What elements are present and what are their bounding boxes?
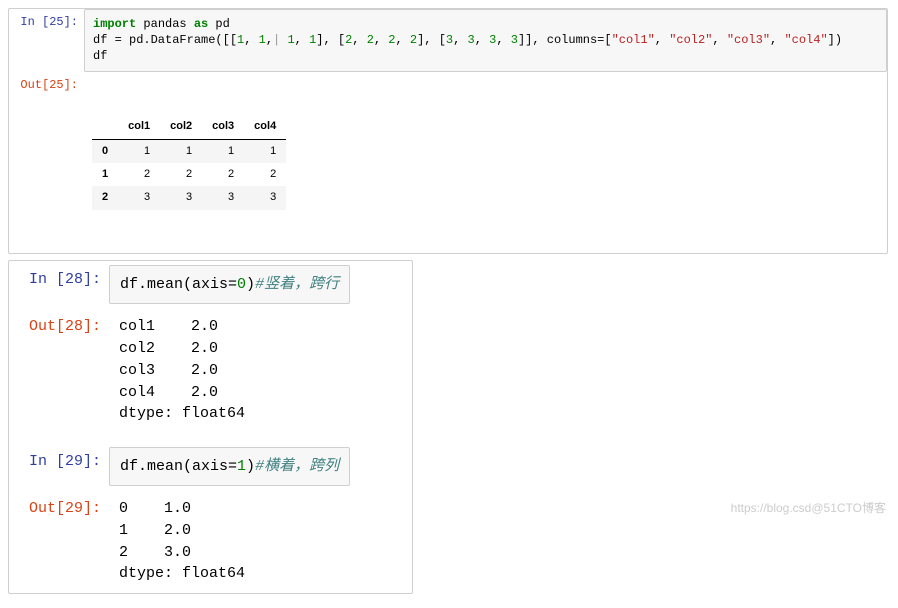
table-cell: 1 <box>118 139 160 163</box>
tok-df: df <box>93 49 107 63</box>
sep: , <box>496 33 510 47</box>
br: ]], columns=[ <box>518 33 612 47</box>
sep: , <box>396 33 410 47</box>
sep: , <box>475 33 489 47</box>
spacer <box>9 433 412 443</box>
notebook-cell-25: In [25]: import pandas as pd df = pd.Dat… <box>8 8 888 254</box>
table-col-header: col4 <box>244 115 286 139</box>
num: 0 <box>237 276 246 293</box>
sep: , <box>374 33 388 47</box>
sep: , <box>266 33 273 47</box>
tok-pre: df.mean(axis= <box>120 276 237 293</box>
end: ]) <box>828 33 842 47</box>
out-prompt: Out[29]: <box>9 490 109 523</box>
sep: , <box>295 33 309 47</box>
code-input[interactable]: import pandas as pd df = pd.DataFrame([[… <box>84 9 887 72</box>
comment: #横着，跨列 <box>255 458 339 475</box>
br: ], [ <box>316 33 345 47</box>
table-cell: 3 <box>244 186 286 209</box>
output-row-28: Out[28]: col1 2.0 col2 2.0 col3 2.0 col4… <box>9 308 412 433</box>
out-prompt: Out[25]: <box>9 72 84 98</box>
output-row-29: Out[29]: 0 1.0 1 2.0 2 3.0 dtype: float6… <box>9 490 412 593</box>
table-row: 0 1 1 1 1 <box>92 139 286 163</box>
tok-pre: df.mean(axis= <box>120 458 237 475</box>
input-row-28: In [28]: df.mean(axis=0)#竖着，跨行 <box>9 261 412 308</box>
notebook-cell-group: In [28]: df.mean(axis=0)#竖着，跨行 Out[28]: … <box>8 260 413 594</box>
table-corner <box>92 115 118 139</box>
code-input[interactable]: df.mean(axis=0)#竖着，跨行 <box>109 265 350 304</box>
str: "col1" <box>612 33 655 47</box>
sep: , <box>244 33 258 47</box>
sep: , <box>712 33 726 47</box>
sep: , <box>453 33 467 47</box>
out-prompt: Out[28]: <box>9 308 109 341</box>
tok-post: ) <box>246 276 255 293</box>
input-row: In [25]: import pandas as pd df = pd.Dat… <box>9 9 887 72</box>
dataframe-table: col1 col2 col3 col4 0 1 1 1 1 <box>92 115 286 210</box>
kw-import: import <box>93 17 136 31</box>
output-area: col1 col2 col3 col4 0 1 1 1 1 <box>84 72 887 254</box>
str: "col2" <box>669 33 712 47</box>
table-cell: 1 <box>160 139 202 163</box>
code-input[interactable]: df.mean(axis=1)#横着，跨列 <box>109 447 350 486</box>
num: 3 <box>468 33 475 47</box>
in-prompt: In [29]: <box>9 443 109 476</box>
num: 3 <box>511 33 518 47</box>
str: "col3" <box>727 33 770 47</box>
input-row-29: In [29]: df.mean(axis=1)#横着，跨列 <box>9 443 412 490</box>
table-cell: 1 <box>244 139 286 163</box>
tok-line2a: df = pd.DataFrame([[ <box>93 33 237 47</box>
num: 1 <box>287 33 294 47</box>
table-row: 2 3 3 3 3 <box>92 186 286 209</box>
num: 2 <box>388 33 395 47</box>
sep: , <box>770 33 784 47</box>
comment: #竖着，跨行 <box>255 276 339 293</box>
table-cell: 2 <box>118 163 160 186</box>
table-row-header: 1 <box>92 163 118 186</box>
tok-pd: pd <box>208 17 230 31</box>
table-cell: 2 <box>160 163 202 186</box>
sep: , <box>655 33 669 47</box>
table-cell: 3 <box>118 186 160 209</box>
output-row: Out[25]: col1 col2 col3 col4 0 1 <box>9 72 887 254</box>
in-prompt: In [28]: <box>9 261 109 294</box>
in-prompt: In [25]: <box>9 9 84 35</box>
num: 1 <box>237 458 246 475</box>
output-text: col1 2.0 col2 2.0 col3 2.0 col4 2.0 dtyp… <box>109 308 412 433</box>
num: 1 <box>259 33 266 47</box>
table-row-header: 2 <box>92 186 118 209</box>
str: "col4" <box>784 33 827 47</box>
table-cell: 2 <box>202 163 244 186</box>
table-cell: 2 <box>244 163 286 186</box>
watermark-text: https://blog.csd@51CTO博客 <box>731 499 886 516</box>
table-col-header: col3 <box>202 115 244 139</box>
br: ], [ <box>417 33 446 47</box>
tok-pandas: pandas <box>136 17 194 31</box>
table-cell: 1 <box>202 139 244 163</box>
table-row: 1 2 2 2 2 <box>92 163 286 186</box>
sep: , <box>352 33 366 47</box>
table-cell: 3 <box>160 186 202 209</box>
num: 2 <box>367 33 374 47</box>
kw-as: as <box>194 17 208 31</box>
table-row-header: 0 <box>92 139 118 163</box>
table-cell: 3 <box>202 186 244 209</box>
tok-post: ) <box>246 458 255 475</box>
table-col-header: col1 <box>118 115 160 139</box>
output-text: 0 1.0 1 2.0 2 3.0 dtype: float64 <box>109 490 412 593</box>
table-col-header: col2 <box>160 115 202 139</box>
